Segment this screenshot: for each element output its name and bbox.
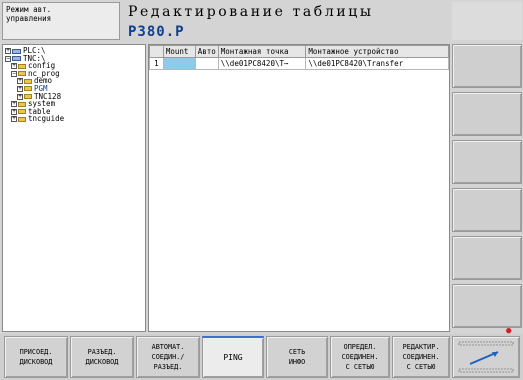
collapse-icon[interactable]: − xyxy=(11,70,17,77)
collapse-icon[interactable]: − xyxy=(5,55,11,62)
softkey-label: АВТОМАТ. xyxy=(151,343,185,351)
ping-button[interactable]: PING xyxy=(202,336,264,378)
auto-connect-toggle-button[interactable]: АВТОМАТ. СОЕДИН./ РАЗЪЕД. xyxy=(136,336,200,378)
folder-icon xyxy=(24,94,32,100)
vertical-softkey-bar xyxy=(452,44,522,332)
softkey-bar-switch-button[interactable] xyxy=(452,336,520,378)
drive-icon xyxy=(12,56,21,62)
horizontal-softkey-bar: ПРИСОЕД. ДИСКОВОД РАЗЪЕД. ДИСКОВОД АВТОМ… xyxy=(0,334,523,380)
auto-cell[interactable] xyxy=(194,57,219,70)
tree-item-tnc[interactable]: − TNC:\ xyxy=(5,54,143,63)
mount-point-cell[interactable]: \\de01PC8420\T⋯ xyxy=(217,57,307,70)
tree-item-nc-prog[interactable]: − nc_prog xyxy=(5,70,143,78)
side-softkey-2[interactable] xyxy=(452,92,522,136)
define-network-connection-button[interactable]: ОПРЕДЕЛ. СОЕДИНЕН. С СЕТЬЮ xyxy=(330,336,390,378)
softkey-label: РАЗЪЕД. xyxy=(153,363,183,371)
column-header-mount[interactable]: Mount xyxy=(162,45,196,58)
mode-line-2: управления xyxy=(6,14,52,23)
softkey-label: СОЕДИНЕН. xyxy=(341,353,379,361)
edit-network-connection-button[interactable]: РЕДАКТИР. СОЕДИНЕН. С СЕТЬЮ xyxy=(392,336,450,378)
softkey-label: СОЕДИНЕН. xyxy=(402,353,440,361)
expand-icon[interactable]: + xyxy=(11,101,17,108)
navigation-arrow-icon xyxy=(458,341,514,373)
side-softkey-1[interactable] xyxy=(452,44,522,88)
softkey-label: РАЗЪЕД. xyxy=(87,348,117,356)
side-softkey-4[interactable] xyxy=(452,188,522,232)
connect-drive-button[interactable]: ПРИСОЕД. ДИСКОВОД xyxy=(4,336,68,378)
expand-icon[interactable]: + xyxy=(17,93,23,100)
side-softkey-6[interactable] xyxy=(452,284,522,328)
tree-item-tncguide[interactable]: + tncguide xyxy=(5,115,143,123)
mode-line-1: Режим авт. xyxy=(6,5,52,14)
softkey-label: PING xyxy=(223,352,243,362)
tree-item-tnc128[interactable]: + TNC128 xyxy=(5,92,143,101)
softkey-label: ДИСКОВОД xyxy=(19,358,53,366)
folder-icon xyxy=(18,101,26,107)
softkey-label: С СЕТЬЮ xyxy=(345,363,375,371)
main-window: Режим авт. управления Редактирование таб… xyxy=(0,0,523,380)
column-header-index xyxy=(149,45,164,58)
expand-icon[interactable]: + xyxy=(17,85,23,92)
mount-device-cell[interactable]: \\de01PC8420\Transfer xyxy=(305,57,449,70)
softkey-label: ИНФО xyxy=(288,358,306,366)
expand-icon[interactable]: + xyxy=(5,48,11,54)
softkey-label: С СЕТЬЮ xyxy=(406,363,436,371)
row-number: 1 xyxy=(149,57,164,70)
side-softkey-5[interactable] xyxy=(452,236,522,280)
expand-icon[interactable]: + xyxy=(11,108,17,115)
tree-item-system[interactable]: + system xyxy=(5,100,143,108)
softkey-label: СЕТЬ xyxy=(288,348,306,356)
mount-cell[interactable] xyxy=(162,57,196,70)
header-right-panel xyxy=(452,2,522,40)
side-softkey-3[interactable] xyxy=(452,140,522,184)
softkey-label: ОПРЕДЕЛ. xyxy=(343,343,377,351)
column-header-auto[interactable]: Авто xyxy=(194,45,219,58)
folder-icon xyxy=(24,86,32,92)
disconnect-drive-button[interactable]: РАЗЪЕД. ДИСКОВОД xyxy=(70,336,134,378)
expand-icon[interactable]: + xyxy=(17,78,23,85)
column-header-mount-point[interactable]: Монтажная точка xyxy=(217,45,307,58)
page-title: Редактирование таблицы xyxy=(128,4,374,20)
tree-item-demo[interactable]: + demo xyxy=(5,77,143,85)
folder-icon xyxy=(18,71,26,77)
drive-icon xyxy=(12,48,21,54)
operating-mode-box: Режим авт. управления xyxy=(2,2,120,40)
softkey-label: ДИСКОВОД xyxy=(85,358,119,366)
folder-icon xyxy=(18,116,26,122)
expand-icon[interactable]: + xyxy=(11,116,17,123)
folder-icon xyxy=(18,109,26,115)
file-name: P380.P xyxy=(128,24,185,40)
mount-table: Mount Авто Монтажная точка Монтажное уст… xyxy=(149,45,449,70)
softkey-label: РЕДАКТИР. xyxy=(402,343,440,351)
tree-item-pgm[interactable]: + PGM xyxy=(5,85,143,93)
table-row[interactable]: 1 \\de01PC8420\T⋯ \\de01PC8420\Transfer xyxy=(149,57,449,70)
directory-tree[interactable]: + PLC:\ − TNC:\ + config − nc_prog + demo + PG… xyxy=(2,44,146,332)
softkey-label: СОЕДИН./ xyxy=(151,353,185,361)
softkey-label: ПРИСОЕД. xyxy=(19,348,53,356)
tree-item-config[interactable]: + config xyxy=(5,62,143,70)
tree-item-table[interactable]: + table xyxy=(5,108,143,116)
folder-icon xyxy=(18,63,26,69)
column-header-mount-device[interactable]: Монтажное устройство xyxy=(305,45,449,58)
mount-table-panel: Mount Авто Монтажная точка Монтажное уст… xyxy=(148,44,450,332)
network-info-button[interactable]: СЕТЬ ИНФО xyxy=(266,336,328,378)
expand-icon[interactable]: + xyxy=(11,63,17,70)
folder-icon xyxy=(24,78,32,84)
table-header-row: Mount Авто Монтажная точка Монтажное уст… xyxy=(149,45,449,58)
